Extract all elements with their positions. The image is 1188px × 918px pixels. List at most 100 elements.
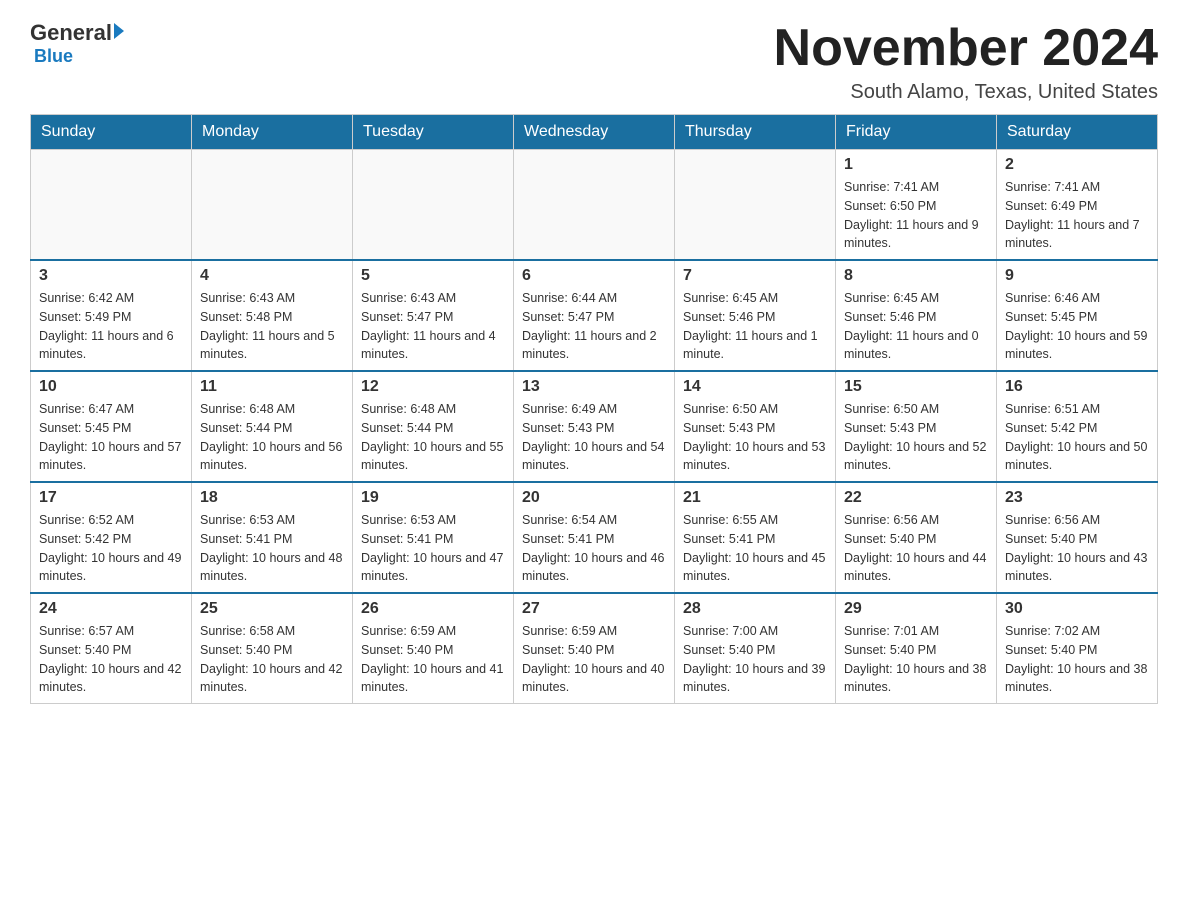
calendar-cell: 1 Sunrise: 7:41 AMSunset: 6:50 PMDaylight… (836, 150, 997, 261)
calendar-cell: 18Sunrise: 6:53 AMSunset: 5:41 PMDayligh… (192, 482, 353, 593)
col-header-saturday: Saturday (997, 115, 1158, 150)
calendar-cell: 28 Sunrise: 7:00 AMSunset: 5:40 PMDayligh… (675, 593, 836, 704)
calendar-cell (353, 150, 514, 261)
day-number: 12 (361, 378, 505, 396)
calendar-cell (192, 150, 353, 261)
day-number: 1 (844, 156, 988, 174)
day-number: 17 (39, 489, 183, 507)
day-info: Sunrise: 6:56 AMSunset: 5:40 PMDaylight:… (844, 511, 988, 586)
logo-general: General (30, 20, 112, 46)
calendar-cell: 5Sunrise: 6:43 AMSunset: 5:47 PMDaylight… (353, 260, 514, 371)
day-info: Sunrise: 7:02 AMSunset: 5:40 PMDaylight:… (1005, 622, 1149, 697)
calendar-cell: 20 Sunrise: 6:54 AMSunset: 5:41 PMDayligh… (514, 482, 675, 593)
calendar-cell (31, 150, 192, 261)
day-number: 7 (683, 267, 827, 285)
day-number: 5 (361, 267, 505, 285)
calendar-cell (514, 150, 675, 261)
day-info: Sunrise: 7:41 AMSunset: 6:49 PMDaylight:… (1005, 178, 1149, 253)
day-info: Sunrise: 6:50 AMSunset: 5:43 PMDaylight:… (683, 400, 827, 475)
day-info: Sunrise: 6:46 AMSunset: 5:45 PMDaylight:… (1005, 289, 1149, 364)
day-info: Sunrise: 6:44 AMSunset: 5:47 PMDaylight:… (522, 289, 666, 364)
day-info: Sunrise: 6:57 AMSunset: 5:40 PMDaylight:… (39, 622, 183, 697)
day-info: Sunrise: 6:51 AMSunset: 5:42 PMDaylight:… (1005, 400, 1149, 475)
calendar-cell: 9 Sunrise: 6:46 AMSunset: 5:45 PMDaylight… (997, 260, 1158, 371)
day-number: 15 (844, 378, 988, 396)
calendar-cell: 7 Sunrise: 6:45 AMSunset: 5:46 PMDaylight… (675, 260, 836, 371)
calendar-cell: 19 Sunrise: 6:53 AMSunset: 5:41 PMDayligh… (353, 482, 514, 593)
title-area: November 2024 South Alamo, Texas, United… (774, 20, 1158, 104)
day-info: Sunrise: 6:49 AMSunset: 5:43 PMDaylight:… (522, 400, 666, 475)
day-number: 23 (1005, 489, 1149, 507)
day-number: 28 (683, 600, 827, 618)
day-number: 24 (39, 600, 183, 618)
day-number: 19 (361, 489, 505, 507)
day-number: 11 (200, 378, 344, 396)
day-number: 13 (522, 378, 666, 396)
month-title: November 2024 (774, 20, 1158, 77)
calendar-cell: 3 Sunrise: 6:42 AMSunset: 5:49 PMDaylight… (31, 260, 192, 371)
col-header-thursday: Thursday (675, 115, 836, 150)
day-info: Sunrise: 6:45 AMSunset: 5:46 PMDaylight:… (844, 289, 988, 364)
day-number: 8 (844, 267, 988, 285)
calendar-cell: 26Sunrise: 6:59 AMSunset: 5:40 PMDayligh… (353, 593, 514, 704)
col-header-wednesday: Wednesday (514, 115, 675, 150)
calendar-cell: 21 Sunrise: 6:55 AMSunset: 5:41 PMDayligh… (675, 482, 836, 593)
day-info: Sunrise: 6:43 AMSunset: 5:48 PMDaylight:… (200, 289, 344, 364)
calendar-cell: 4 Sunrise: 6:43 AMSunset: 5:48 PMDaylight… (192, 260, 353, 371)
day-info: Sunrise: 6:53 AMSunset: 5:41 PMDaylight:… (200, 511, 344, 586)
day-info: Sunrise: 7:00 AMSunset: 5:40 PMDaylight:… (683, 622, 827, 697)
calendar-cell: 22 Sunrise: 6:56 AMSunset: 5:40 PMDayligh… (836, 482, 997, 593)
day-number: 6 (522, 267, 666, 285)
day-info: Sunrise: 6:54 AMSunset: 5:41 PMDaylight:… (522, 511, 666, 586)
day-info: Sunrise: 6:59 AMSunset: 5:40 PMDaylight:… (522, 622, 666, 697)
logo-blue-label: Blue (34, 46, 73, 67)
calendar-cell: 25Sunrise: 6:58 AMSunset: 5:40 PMDayligh… (192, 593, 353, 704)
day-number: 9 (1005, 267, 1149, 285)
day-number: 29 (844, 600, 988, 618)
calendar-cell: 6 Sunrise: 6:44 AMSunset: 5:47 PMDaylight… (514, 260, 675, 371)
day-number: 20 (522, 489, 666, 507)
calendar-cell: 13 Sunrise: 6:49 AMSunset: 5:43 PMDayligh… (514, 371, 675, 482)
day-number: 22 (844, 489, 988, 507)
day-info: Sunrise: 6:42 AMSunset: 5:49 PMDaylight:… (39, 289, 183, 364)
day-info: Sunrise: 6:56 AMSunset: 5:40 PMDaylight:… (1005, 511, 1149, 586)
day-info: Sunrise: 6:53 AMSunset: 5:41 PMDaylight:… (361, 511, 505, 586)
calendar-cell: 16 Sunrise: 6:51 AMSunset: 5:42 PMDayligh… (997, 371, 1158, 482)
calendar-cell (675, 150, 836, 261)
day-info: Sunrise: 7:41 AMSunset: 6:50 PMDaylight:… (844, 178, 988, 253)
day-info: Sunrise: 6:48 AMSunset: 5:44 PMDaylight:… (200, 400, 344, 475)
day-info: Sunrise: 7:01 AMSunset: 5:40 PMDaylight:… (844, 622, 988, 697)
day-info: Sunrise: 6:48 AMSunset: 5:44 PMDaylight:… (361, 400, 505, 475)
calendar-cell: 29 Sunrise: 7:01 AMSunset: 5:40 PMDayligh… (836, 593, 997, 704)
day-info: Sunrise: 6:58 AMSunset: 5:40 PMDaylight:… (200, 622, 344, 697)
col-header-sunday: Sunday (31, 115, 192, 150)
day-number: 30 (1005, 600, 1149, 618)
calendar-cell: 12 Sunrise: 6:48 AMSunset: 5:44 PMDayligh… (353, 371, 514, 482)
day-info: Sunrise: 6:45 AMSunset: 5:46 PMDaylight:… (683, 289, 827, 364)
day-info: Sunrise: 6:55 AMSunset: 5:41 PMDaylight:… (683, 511, 827, 586)
logo: General Blue (30, 20, 124, 67)
day-number: 3 (39, 267, 183, 285)
day-number: 10 (39, 378, 183, 396)
col-header-monday: Monday (192, 115, 353, 150)
calendar-table: SundayMondayTuesdayWednesdayThursdayFrid… (30, 114, 1158, 704)
day-info: Sunrise: 6:50 AMSunset: 5:43 PMDaylight:… (844, 400, 988, 475)
calendar-cell: 17 Sunrise: 6:52 AMSunset: 5:42 PMDayligh… (31, 482, 192, 593)
day-number: 4 (200, 267, 344, 285)
logo-arrow-icon (114, 23, 124, 39)
calendar-cell: 23 Sunrise: 6:56 AMSunset: 5:40 PMDayligh… (997, 482, 1158, 593)
day-info: Sunrise: 6:47 AMSunset: 5:45 PMDaylight:… (39, 400, 183, 475)
calendar-cell: 24 Sunrise: 6:57 AMSunset: 5:40 PMDayligh… (31, 593, 192, 704)
calendar-cell: 10 Sunrise: 6:47 AMSunset: 5:45 PMDayligh… (31, 371, 192, 482)
location-label: South Alamo, Texas, United States (774, 81, 1158, 104)
day-info: Sunrise: 6:52 AMSunset: 5:42 PMDaylight:… (39, 511, 183, 586)
day-number: 14 (683, 378, 827, 396)
day-number: 16 (1005, 378, 1149, 396)
calendar-cell: 2 Sunrise: 7:41 AMSunset: 6:49 PMDaylight… (997, 150, 1158, 261)
day-number: 2 (1005, 156, 1149, 174)
page-header: General Blue November 2024 South Alamo, … (30, 20, 1158, 104)
day-number: 21 (683, 489, 827, 507)
col-header-tuesday: Tuesday (353, 115, 514, 150)
col-header-friday: Friday (836, 115, 997, 150)
day-number: 27 (522, 600, 666, 618)
